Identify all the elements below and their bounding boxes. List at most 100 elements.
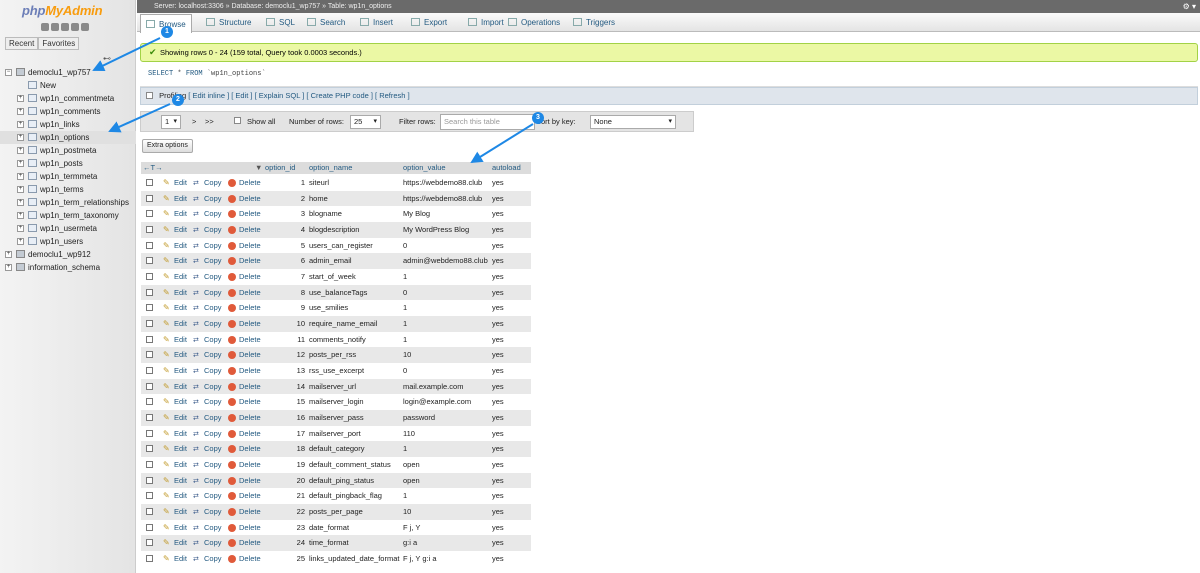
edit-link[interactable]: Edit [174, 394, 187, 410]
delete-link[interactable]: Delete [239, 300, 261, 316]
cell-option-value[interactable]: 1 [403, 441, 407, 457]
copy-icon[interactable]: ⇄ [193, 505, 199, 521]
expand-icon[interactable]: + [5, 264, 12, 271]
cell-option-name[interactable]: comments_notify [309, 332, 366, 348]
copy-link[interactable]: Copy [204, 222, 222, 238]
copy-icon[interactable]: ⇄ [193, 223, 199, 239]
row-checkbox[interactable] [146, 429, 153, 437]
copy-icon[interactable]: ⇄ [193, 364, 199, 380]
cell-option-id[interactable]: 2 [285, 191, 305, 207]
edit-link[interactable]: Edit [174, 379, 187, 395]
delete-icon[interactable] [228, 257, 236, 266]
delete-link[interactable]: Delete [239, 520, 261, 536]
cell-option-name[interactable]: mailserver_pass [309, 410, 364, 426]
row-checkbox[interactable] [146, 194, 153, 202]
tree-table-wp1n_term_taxonomy[interactable]: + wp1n_term_taxonomy [0, 209, 136, 222]
copy-link[interactable]: Copy [204, 520, 222, 536]
pencil-icon[interactable]: ✎ [163, 520, 170, 536]
cell-option-value[interactable]: mail.example.com [403, 379, 463, 395]
delete-icon[interactable] [228, 241, 236, 250]
cell-autoload[interactable]: yes [492, 394, 504, 410]
cell-option-name[interactable]: rss_use_excerpt [309, 363, 364, 379]
tree-db-democlu1-wp912[interactable]: + democlu1_wp912 [0, 248, 136, 261]
breadcrumb-table[interactable]: Table: wp1n_options [328, 3, 392, 10]
cell-autoload[interactable]: yes [492, 457, 504, 473]
delete-icon[interactable] [228, 367, 236, 376]
row-checkbox[interactable] [146, 179, 153, 186]
edit-link[interactable]: Edit [174, 238, 187, 254]
delete-link[interactable]: Delete [239, 473, 261, 489]
cell-option-id[interactable]: 21 [285, 488, 305, 504]
cell-option-value[interactable]: 1 [403, 316, 407, 332]
cell-option-value[interactable]: 0 [403, 363, 407, 379]
edit-link[interactable]: Edit [174, 426, 187, 442]
home-icon[interactable] [41, 23, 49, 31]
cell-option-value[interactable]: admin@webdemo88.club [403, 253, 488, 269]
next-page-button[interactable]: > [192, 112, 196, 131]
edit-link[interactable]: Edit [174, 347, 187, 363]
cell-option-name[interactable]: mailserver_port [309, 426, 361, 442]
edit-link[interactable]: Edit [174, 551, 187, 567]
row-checkbox[interactable] [146, 414, 153, 422]
cell-option-value[interactable]: 1 [403, 332, 407, 348]
cell-autoload[interactable]: yes [492, 253, 504, 269]
tree-table-wp1n_termmeta[interactable]: + wp1n_termmeta [0, 170, 136, 183]
cell-autoload[interactable]: yes [492, 316, 504, 332]
cell-autoload[interactable]: yes [492, 426, 504, 442]
pencil-icon[interactable]: ✎ [163, 363, 170, 379]
recent-tab[interactable]: Recent [5, 37, 39, 50]
cell-autoload[interactable]: yes [492, 535, 504, 551]
copy-icon[interactable]: ⇄ [193, 521, 199, 537]
tree-table-wp1n_comments[interactable]: + wp1n_comments [0, 105, 136, 118]
column-arrows[interactable]: ←T→ [143, 162, 163, 174]
tree-table-wp1n_terms[interactable]: + wp1n_terms [0, 183, 136, 196]
copy-link[interactable]: Copy [204, 535, 222, 551]
tab-search[interactable]: Search [307, 13, 345, 32]
breadcrumb-database[interactable]: Database: democlu1_wp757 [231, 3, 320, 10]
copy-link[interactable]: Copy [204, 363, 222, 379]
row-checkbox[interactable] [146, 476, 153, 484]
cell-autoload[interactable]: yes [492, 300, 504, 316]
pencil-icon[interactable]: ✎ [163, 441, 170, 457]
copy-link[interactable]: Copy [204, 394, 222, 410]
expand-icon[interactable]: + [17, 95, 24, 102]
tree-table-wp1n_posts[interactable]: + wp1n_posts [0, 157, 136, 170]
pencil-icon[interactable]: ✎ [163, 551, 170, 567]
copy-link[interactable]: Copy [204, 238, 222, 254]
row-checkbox[interactable] [146, 398, 153, 406]
pencil-icon[interactable]: ✎ [163, 222, 170, 238]
pencil-icon[interactable]: ✎ [163, 379, 170, 395]
copy-icon[interactable]: ⇄ [193, 442, 199, 458]
delete-link[interactable]: Delete [239, 504, 261, 520]
tab-import[interactable]: Import [468, 13, 504, 32]
delete-icon[interactable] [228, 194, 236, 203]
copy-link[interactable]: Copy [204, 206, 222, 222]
edit-link[interactable]: Edit [174, 285, 187, 301]
tab-insert[interactable]: Insert [360, 13, 393, 32]
edit-link[interactable]: Edit [174, 191, 187, 207]
cell-option-id[interactable]: 20 [285, 473, 305, 489]
cell-option-name[interactable]: default_pingback_flag [309, 488, 382, 504]
pencil-icon[interactable]: ✎ [163, 488, 170, 504]
expand-icon[interactable]: + [17, 121, 24, 128]
row-checkbox[interactable] [146, 508, 153, 516]
cell-option-value[interactable]: 1 [403, 269, 407, 285]
row-checkbox[interactable] [146, 210, 153, 218]
cell-option-value[interactable]: 10 [403, 504, 411, 520]
edit-link[interactable]: Edit [174, 410, 187, 426]
cell-option-name[interactable]: default_comment_status [309, 457, 391, 473]
row-checkbox[interactable] [146, 273, 153, 281]
copy-link[interactable]: Copy [204, 332, 222, 348]
pencil-icon[interactable]: ✎ [163, 175, 170, 191]
edit-link[interactable]: Edit [174, 457, 187, 473]
edit-link[interactable]: Edit [174, 488, 187, 504]
cell-autoload[interactable]: yes [492, 238, 504, 254]
extra-options-button[interactable]: Extra options [142, 139, 193, 153]
edit-link[interactable]: Edit [174, 316, 187, 332]
cell-option-value[interactable]: 10 [403, 347, 411, 363]
sort-desc-icon[interactable]: ▼ [255, 162, 262, 174]
delete-link[interactable]: Delete [239, 191, 261, 207]
expand-icon[interactable]: + [17, 238, 24, 245]
cell-option-id[interactable]: 17 [285, 426, 305, 442]
settings-gear-icon[interactable]: ⚙ ▾ [1183, 0, 1196, 13]
